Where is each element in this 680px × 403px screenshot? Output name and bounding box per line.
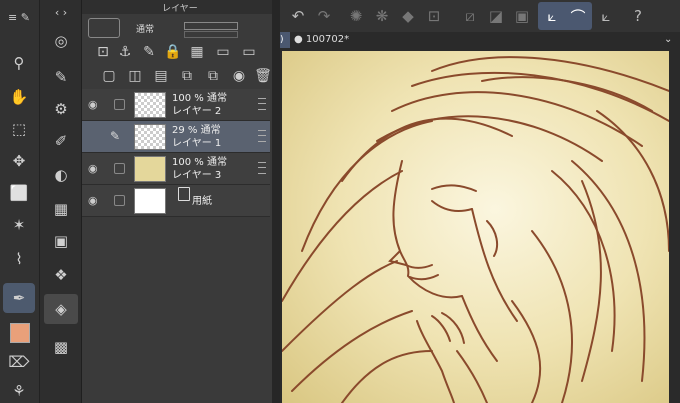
chevron-down-icon[interactable]: ⌄ [664, 32, 678, 48]
redo-icon[interactable]: ↷ [312, 4, 336, 28]
brush-size-icon[interactable]: ✐ [46, 128, 76, 154]
mask-toggle-icon[interactable]: ▭ [238, 42, 260, 62]
reference-icon[interactable]: ⚓ [114, 42, 136, 62]
color-set-icon[interactable]: ▦ [46, 196, 76, 222]
material-icon[interactable]: ▩ [46, 334, 76, 360]
snap-grid-icon[interactable]: ⟀ [594, 4, 618, 28]
pencil-icon: ✎ [110, 129, 121, 143]
paper-icon [178, 187, 190, 201]
new-raster-layer-icon[interactable]: ▢ [98, 66, 120, 86]
panel-title: レイヤー [162, 4, 198, 14]
clear-icon[interactable]: ✺ [344, 4, 368, 28]
layer-checkbox[interactable] [114, 163, 125, 174]
hand-icon[interactable]: ✋ [5, 84, 33, 110]
draft-icon[interactable]: ✎ [138, 42, 160, 62]
zoom-icon[interactable]: ⚲ [5, 50, 33, 76]
lock-alpha-icon[interactable]: ▦ [186, 42, 208, 62]
layer-thumbnail [134, 124, 166, 150]
eye-icon[interactable] [88, 130, 102, 142]
copy-layer-icon[interactable]: ⧉ [202, 66, 224, 86]
layer-row[interactable]: ◉ 用紙 [82, 185, 270, 217]
layer-name: レイヤー 2 [172, 106, 222, 117]
eraser-icon[interactable]: ⌦ [5, 350, 33, 374]
panel-splitter[interactable] [272, 0, 280, 403]
sub-view-icon[interactable]: ▣ [46, 228, 76, 254]
canvas-artwork[interactable] [282, 51, 669, 403]
clip-icon[interactable]: ⊡ [92, 42, 114, 62]
canvas-area[interactable] [280, 48, 680, 403]
new-folder-icon[interactable]: ▤ [150, 66, 172, 86]
magic-wand-icon[interactable]: ✶ [5, 212, 33, 238]
layer-checkbox[interactable] [114, 99, 125, 110]
layer-thumbnail [134, 156, 166, 182]
layer-opacity: 29 % [172, 125, 198, 136]
layer-thumbnail [134, 188, 166, 214]
sub-tool-column: ‹ › ◎ ✎ ⚙ ✐ ◐ ▦ ▣ ❖ ◈ ▩ [40, 0, 82, 403]
undo-icon[interactable]: ↶ [286, 4, 310, 28]
layer-property-icon[interactable]: ❖ [46, 262, 76, 288]
layer-name: レイヤー 3 [172, 170, 222, 181]
tool-property-icon[interactable]: ✎ [46, 64, 76, 90]
drag-handle-icon[interactable] [258, 130, 266, 142]
eye-icon[interactable]: ◉ [88, 194, 102, 207]
select-all-icon[interactable]: ▣ [510, 4, 534, 28]
blend-mode-label: 通常 [136, 25, 155, 35]
menu-icon[interactable]: ≡ ✎ [4, 6, 34, 28]
bucket-icon[interactable]: ◆ [396, 4, 420, 28]
deselect-icon[interactable]: ⧄ [458, 4, 482, 28]
pen-icon[interactable]: ✒ [3, 283, 35, 313]
snap-ruler-icon[interactable]: ⟀ [540, 4, 564, 28]
document-tab[interactable]: ● 100702* [294, 32, 444, 48]
tab-title: 100702* [305, 34, 350, 45]
layer-mode: 通常 [206, 93, 227, 104]
layer-opacity: 100 % [172, 93, 204, 104]
mask-icon[interactable]: ▭ [212, 42, 234, 62]
new-vector-layer-icon[interactable]: ◫ [124, 66, 146, 86]
layer-name: レイヤー 1 [172, 138, 222, 149]
eyedropper-icon[interactable]: ⌇ [5, 246, 33, 272]
navigator-icon[interactable]: ◎ [46, 28, 76, 54]
fill-icon[interactable]: ❋ [370, 4, 394, 28]
document-tabbar: ) ● 100702* ⌄ [280, 32, 680, 48]
selection-icon[interactable]: ⬜ [5, 180, 33, 206]
brush-settings-icon[interactable]: ⚙ [46, 96, 76, 122]
merge-down-icon[interactable]: ⧉ [176, 66, 198, 86]
brush-icon[interactable]: ⚘ [5, 380, 33, 402]
layer-row[interactable]: ◉ 100 % 通常 レイヤー 2 [82, 89, 270, 121]
layer-mode: 通常 [206, 157, 227, 168]
move-icon[interactable]: ✥ [5, 148, 33, 174]
transform-icon[interactable]: ⬚ [5, 116, 33, 142]
eye-icon[interactable]: ◉ [88, 162, 102, 175]
tab-dot-icon: ● [294, 34, 303, 45]
blend-mode-selector[interactable] [88, 18, 120, 38]
color-swatch-icon[interactable] [10, 323, 30, 343]
transform-selection-icon[interactable]: ⊡ [422, 4, 446, 28]
layer-row[interactable]: ✎ 29 % 通常 レイヤー 1 [82, 121, 270, 153]
layer-checkbox[interactable] [114, 195, 125, 206]
opacity-slider[interactable] [184, 22, 238, 30]
lock-icon[interactable]: 🔒 [162, 42, 184, 62]
tool-column: ≡ ✎ ⚲ ✋ ⬚ ✥ ⬜ ✶ ⌇ ✒ ⌦ ⚘ [0, 0, 40, 403]
drag-handle-icon[interactable] [258, 98, 266, 110]
command-bar: ↶ ↷ ✺ ❋ ◆ ⊡ ⧄ ◪ ▣ ⟀ ⌒ ⟀ ? [280, 0, 680, 33]
tab-arrow-icon[interactable]: ) [280, 32, 290, 48]
collapse-icon[interactable]: ‹ › [46, 4, 76, 20]
drag-handle-icon[interactable] [258, 162, 266, 174]
color-wheel-icon[interactable]: ◐ [46, 162, 76, 188]
layer-name: 用紙 [192, 196, 212, 207]
create-mask-icon[interactable]: ◉ [228, 66, 250, 86]
layer-row[interactable]: ◉ 100 % 通常 レイヤー 3 [82, 153, 270, 185]
invert-selection-icon[interactable]: ◪ [484, 4, 508, 28]
layer-thumbnail [134, 92, 166, 118]
artwork-illustration [282, 51, 669, 403]
color-slider[interactable] [184, 31, 238, 38]
layer-panel-icon[interactable]: ◈ [44, 294, 78, 324]
help-icon[interactable]: ? [626, 4, 650, 28]
trash-icon[interactable]: 🗑 [252, 66, 274, 86]
layer-panel-header: レイヤー [82, 0, 272, 14]
layer-mode: 通常 [200, 125, 221, 136]
eye-icon[interactable]: ◉ [88, 98, 102, 111]
snap-curve-icon[interactable]: ⌒ [566, 4, 590, 28]
layer-opacity: 100 % [172, 157, 204, 168]
